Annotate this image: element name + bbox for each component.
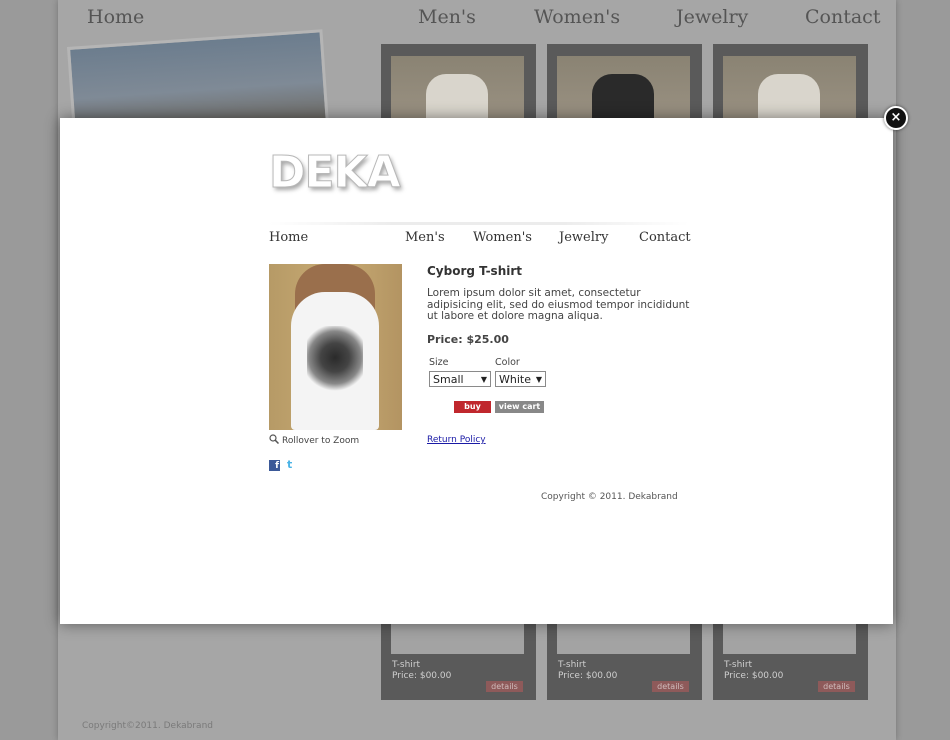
magnifier-icon bbox=[269, 434, 280, 445]
product-description: Lorem ipsum dolor sit amet, consectetur … bbox=[427, 287, 690, 322]
facebook-icon[interactable]: f bbox=[269, 460, 280, 471]
deka-logo[interactable]: DEKA bbox=[269, 147, 419, 198]
product-title: Cyborg T-shirt bbox=[427, 264, 523, 278]
bg-card-title: T-shirt bbox=[392, 660, 421, 670]
bg-details-button: details bbox=[486, 681, 523, 692]
product-modal: DEKA Home Men's Women's Jewelry Contact … bbox=[60, 118, 893, 624]
zoom-hint: Rollover to Zoom bbox=[269, 434, 359, 446]
bg-product-card: T-shirt Price: $00.00 details bbox=[713, 624, 868, 700]
bg-nav-home: Home bbox=[87, 6, 145, 28]
return-policy-link[interactable]: Return Policy bbox=[427, 435, 486, 445]
twitter-icon[interactable]: t bbox=[287, 459, 292, 471]
size-select-value: Small bbox=[433, 373, 464, 386]
size-select[interactable]: Small ▼ bbox=[429, 371, 491, 387]
nav-womens[interactable]: Women's bbox=[473, 230, 532, 245]
chevron-down-icon: ▼ bbox=[480, 375, 487, 384]
bg-card-price: Price: $00.00 bbox=[558, 671, 618, 681]
zoom-hint-label: Rollover to Zoom bbox=[282, 436, 360, 446]
bg-nav-contact: Contact bbox=[805, 6, 881, 28]
product-price: Price: $25.00 bbox=[427, 333, 509, 346]
bg-details-button: details bbox=[652, 681, 689, 692]
bg-card-price: Price: $00.00 bbox=[724, 671, 784, 681]
nav-divider bbox=[269, 222, 689, 225]
nav-jewelry[interactable]: Jewelry bbox=[559, 230, 608, 245]
color-select[interactable]: White ▼ bbox=[495, 371, 546, 387]
bg-product-thumb bbox=[723, 624, 856, 654]
product-image[interactable] bbox=[269, 264, 402, 430]
bg-product-card: T-shirt Price: $00.00 details bbox=[381, 624, 536, 700]
bg-nav-womens: Women's bbox=[534, 6, 621, 28]
bg-product-card bbox=[547, 44, 702, 126]
bg-details-button: details bbox=[818, 681, 855, 692]
bg-nav-mens: Men's bbox=[418, 6, 476, 28]
bg-product-card bbox=[381, 44, 536, 126]
color-select-value: White bbox=[499, 373, 531, 386]
view-cart-button[interactable]: view cart bbox=[495, 401, 544, 413]
bg-card-title: T-shirt bbox=[558, 660, 587, 670]
nav-mens[interactable]: Men's bbox=[405, 230, 445, 245]
bg-product-card bbox=[713, 44, 868, 126]
bg-product-thumb bbox=[391, 56, 524, 126]
modal-copyright: Copyright © 2011. Dekabrand bbox=[541, 492, 678, 502]
bg-product-thumb bbox=[391, 624, 524, 654]
bg-product-thumb bbox=[557, 56, 690, 126]
bg-card-price: Price: $00.00 bbox=[392, 671, 452, 681]
size-label: Size bbox=[429, 357, 449, 368]
bg-footer-copyright: Copyright©2011. Dekabrand bbox=[82, 721, 213, 731]
color-label: Color bbox=[495, 357, 520, 368]
nav-home[interactable]: Home bbox=[269, 230, 308, 245]
close-icon[interactable]: × bbox=[884, 106, 908, 130]
nav-contact[interactable]: Contact bbox=[639, 230, 691, 245]
chevron-down-icon: ▼ bbox=[535, 375, 542, 384]
bg-product-thumb bbox=[557, 624, 690, 654]
bg-nav-jewelry: Jewelry bbox=[676, 6, 749, 28]
bg-product-thumb bbox=[723, 56, 856, 126]
bg-card-title: T-shirt bbox=[724, 660, 753, 670]
bg-product-card: T-shirt Price: $00.00 details bbox=[547, 624, 702, 700]
buy-button[interactable]: buy bbox=[454, 401, 491, 413]
